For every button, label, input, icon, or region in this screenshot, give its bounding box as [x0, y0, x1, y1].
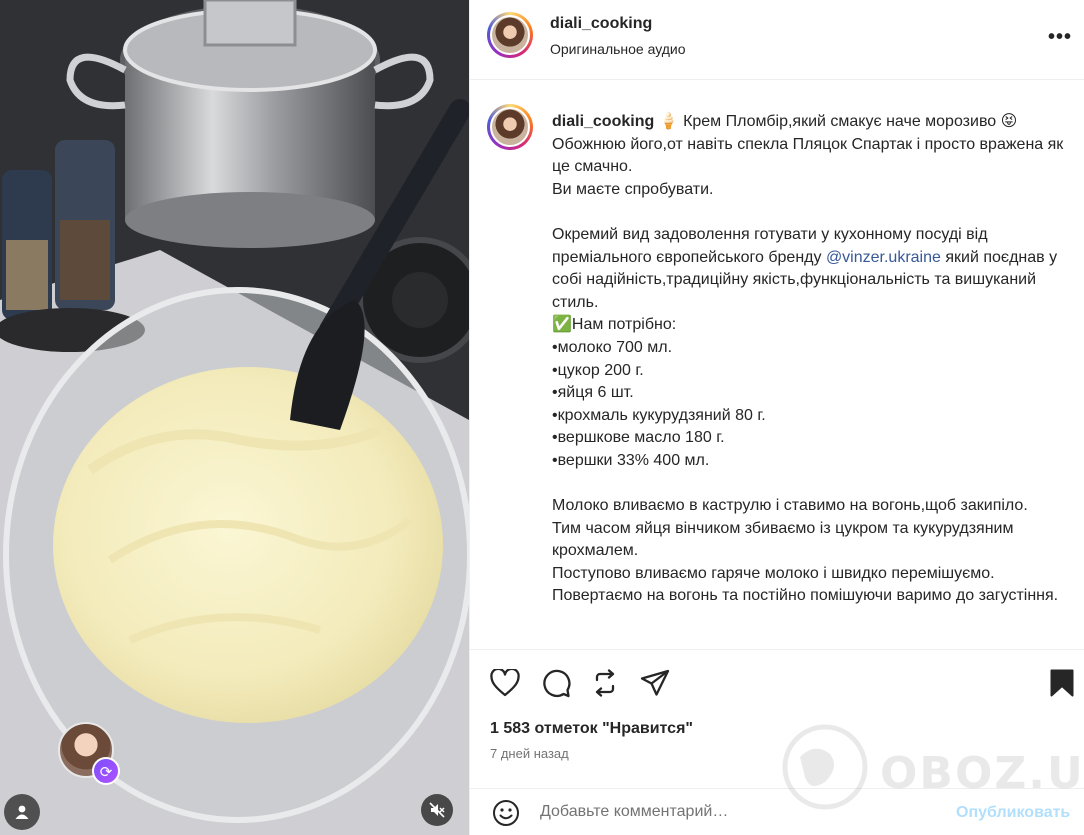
- globe-icon: [782, 724, 868, 810]
- caption-body-part2: який поєднав у собі надійність,традиційн…: [552, 248, 1059, 605]
- more-options-button[interactable]: •••: [1048, 26, 1072, 49]
- author-avatar[interactable]: [487, 12, 533, 58]
- repost-button[interactable]: [589, 667, 621, 699]
- share-icon: [640, 669, 670, 696]
- bookmark-icon: [1050, 669, 1074, 697]
- emoji-button[interactable]: [490, 797, 522, 829]
- caption-author-avatar[interactable]: [487, 104, 533, 150]
- comment-button[interactable]: [540, 667, 572, 699]
- caption-username[interactable]: diali_cooking: [552, 113, 654, 130]
- caption-body-part1: 🍦 Крем Пломбір,який смакує наче морозиво…: [552, 113, 1064, 266]
- share-button[interactable]: [639, 667, 671, 699]
- author-username[interactable]: diali_cooking: [550, 15, 652, 33]
- remix-icon: ⟳: [92, 757, 120, 785]
- watermark-text: OBOZ.UA: [880, 748, 1084, 799]
- tagged-users-button[interactable]: [4, 794, 40, 830]
- mute-button[interactable]: [421, 794, 453, 826]
- post-video-frame: [0, 0, 469, 835]
- post-details-panel: diali_cooking Оригинальное аудио ••• dia…: [469, 0, 1084, 835]
- post-media[interactable]: ⟳: [0, 0, 469, 835]
- likes-count[interactable]: 1 583 отметок "Нравится": [490, 720, 693, 738]
- audio-label[interactable]: Оригинальное аудио: [550, 41, 686, 57]
- watermark-logo: OBOZ.UA: [780, 722, 1084, 822]
- brand-mention-link[interactable]: @vinzer.ukraine: [826, 249, 941, 266]
- caption-text: diali_cooking 🍦 Крем Пломбір,який смакує…: [552, 111, 1077, 608]
- save-button[interactable]: [1046, 667, 1078, 699]
- mute-icon: [429, 802, 445, 818]
- repost-icon: [595, 669, 615, 697]
- user-icon: [15, 805, 29, 819]
- like-button[interactable]: [489, 667, 521, 699]
- emoji-icon: [493, 800, 519, 826]
- post-header: diali_cooking Оригинальное аудио •••: [470, 0, 1084, 80]
- caption-section: diali_cooking 🍦 Крем Пломбір,який смакує…: [470, 81, 1084, 649]
- comment-icon: [543, 669, 571, 698]
- heart-icon: [490, 669, 520, 697]
- post-date[interactable]: 7 дней назад: [490, 746, 569, 761]
